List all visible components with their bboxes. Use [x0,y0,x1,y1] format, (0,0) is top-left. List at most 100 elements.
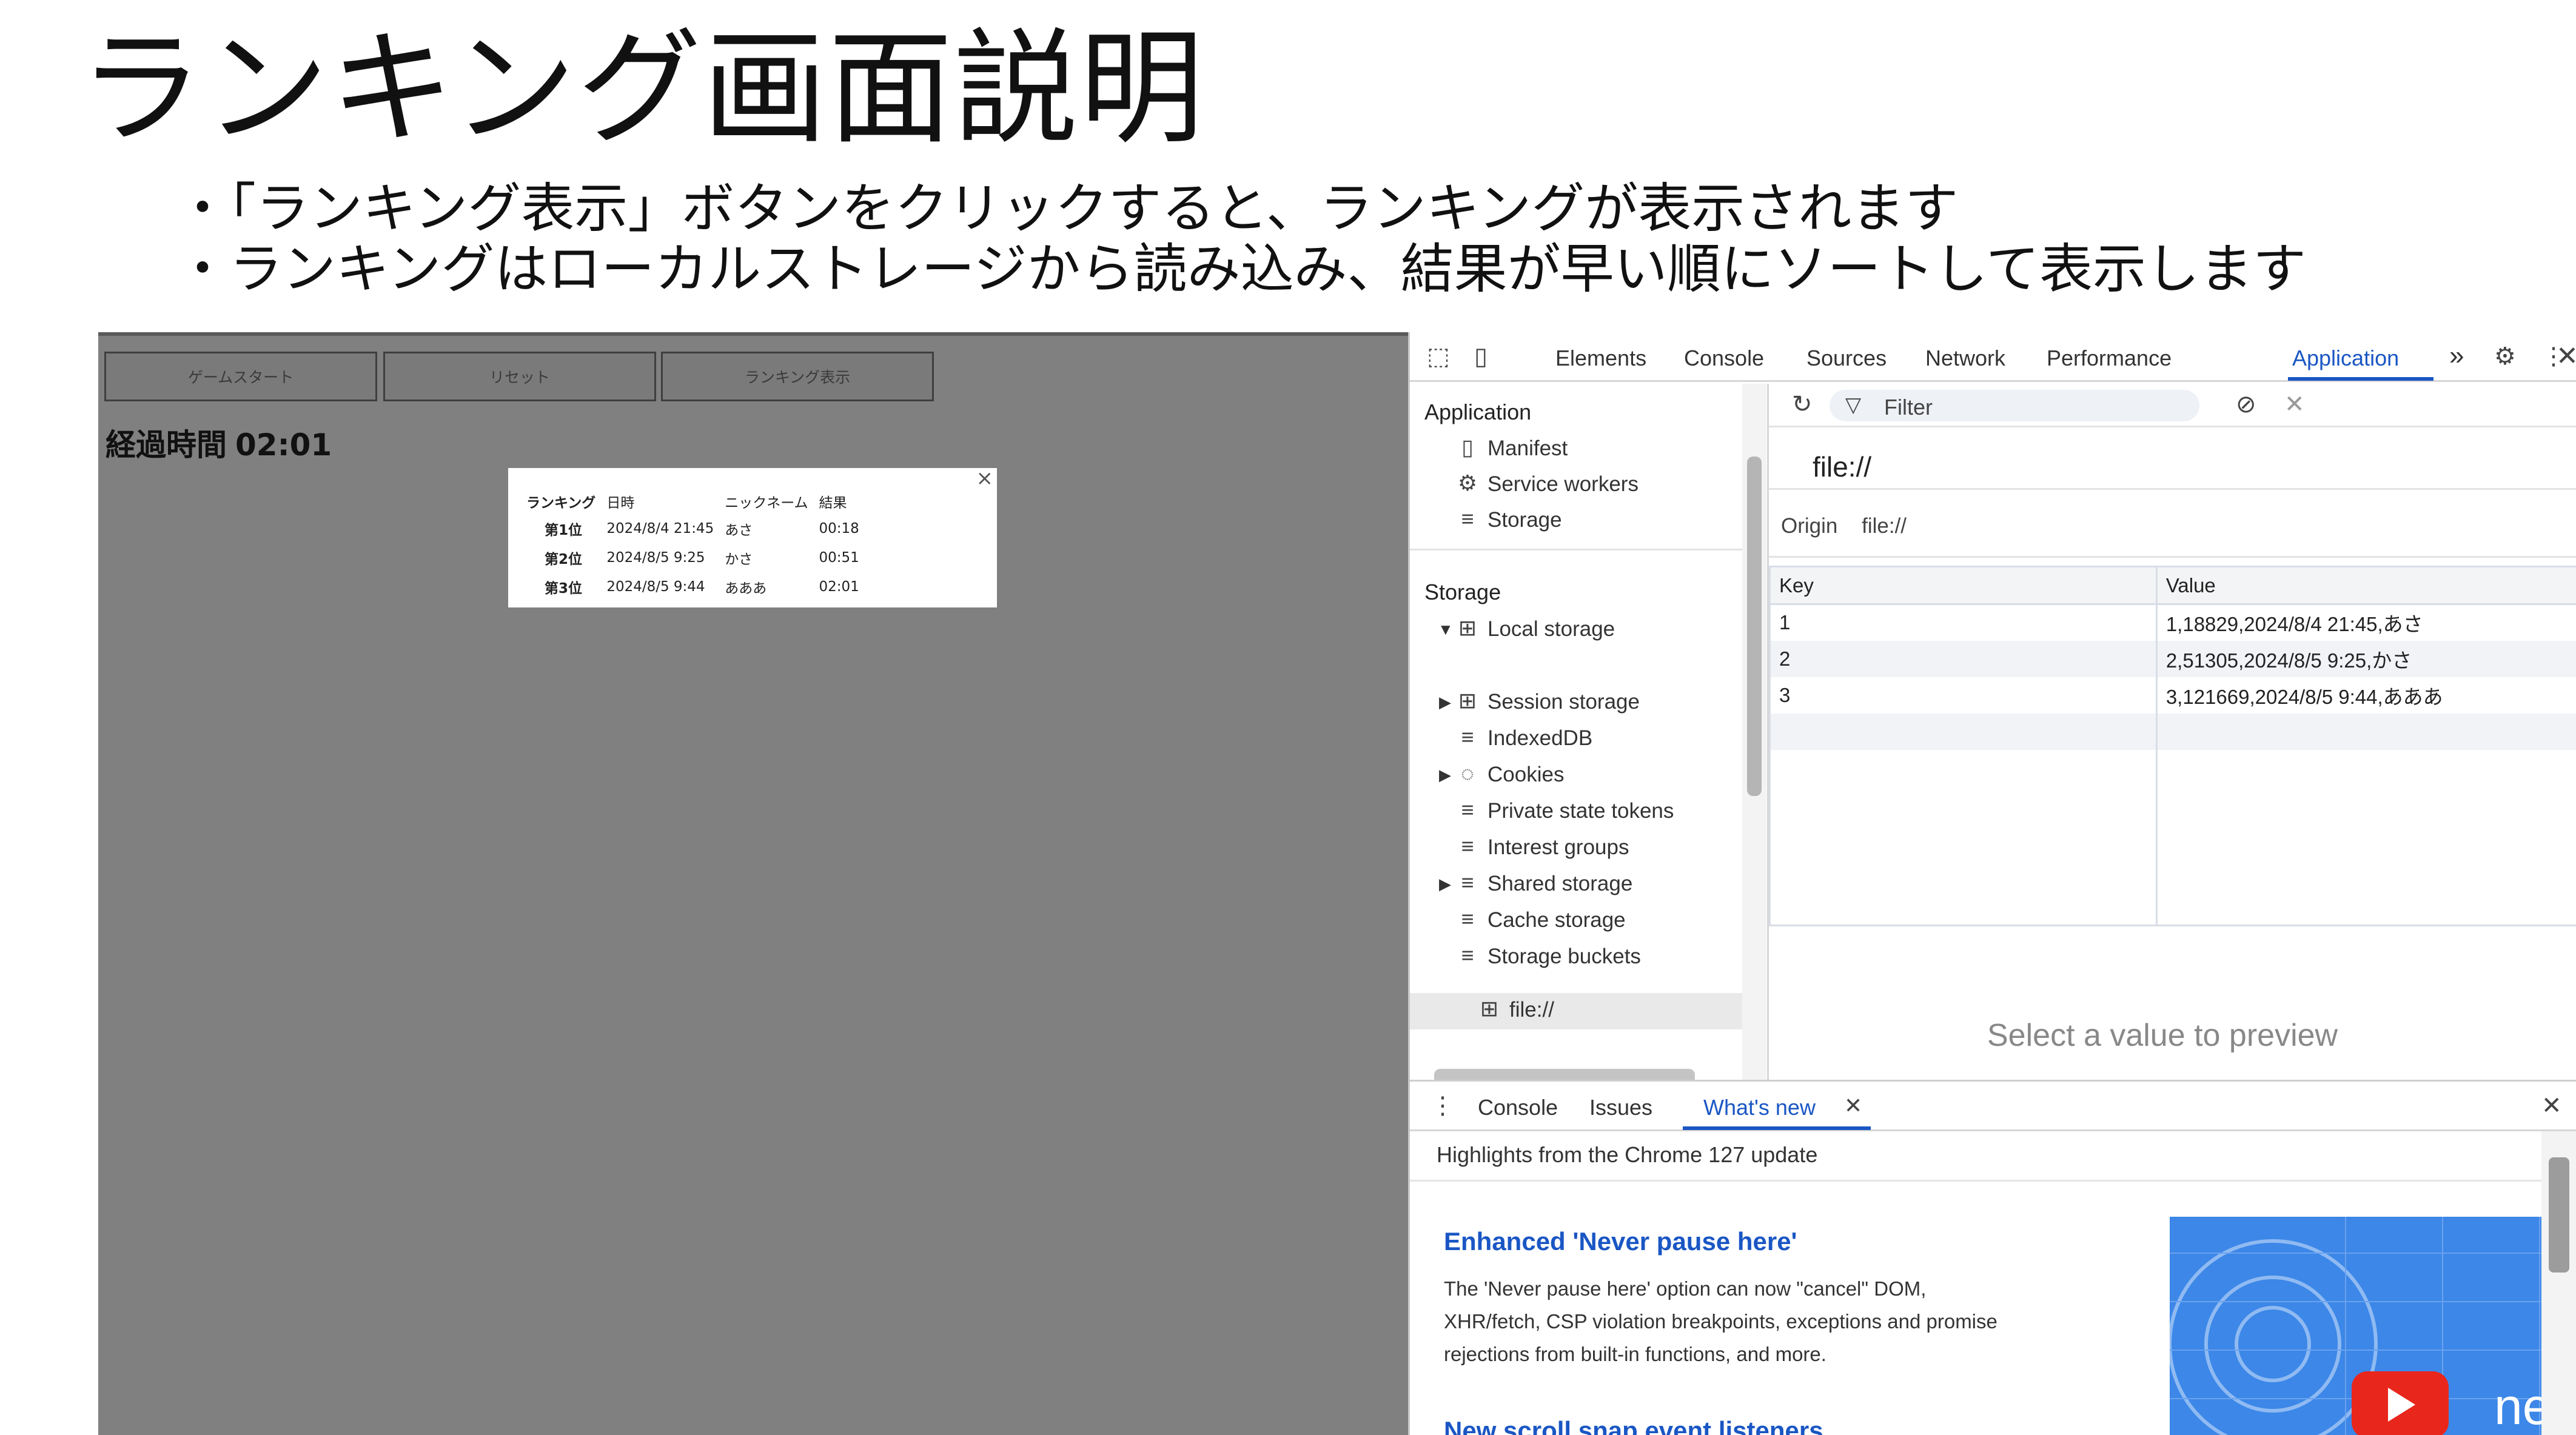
table-grid-icon: ⊞ [1480,996,1499,1021]
tab-network[interactable]: Network [1925,346,2005,371]
ranking-display-button[interactable]: ランキング表示 [661,352,934,401]
table-row[interactable]: 3 3,121669,2024/8/5 9:44,あああ [1769,677,2576,714]
value-cell[interactable]: 3,121669,2024/8/5 9:44,あああ [2155,677,2576,714]
ranking-result: 00:18 [819,521,859,537]
filter-placeholder: Filter [1884,395,1933,420]
divider [1410,1180,2541,1182]
drawer-tab-console[interactable]: Console [1478,1095,1558,1120]
filter-input[interactable]: ▽ Filter [1830,390,2199,421]
ranking-name: かさ [725,552,753,567]
sidebar-item-session-storage[interactable]: Session storage [1488,690,1640,714]
ranking-row: 第2位 2024/8/5 9:25 かさ 00:51 [526,543,870,572]
key-cell[interactable]: 1 [1769,604,2158,641]
delete-selected-icon[interactable]: ✕ [2284,392,2305,416]
sidebar-scrollbar-thumb[interactable] [1747,457,1762,796]
sidebar-item-interest-groups[interactable]: Interest groups [1488,835,1629,860]
sidebar-item-storage-buckets[interactable]: Storage buckets [1488,945,1641,969]
key-cell[interactable]: 3 [1769,677,2158,714]
key-cell[interactable]: 2 [1769,640,2158,677]
tab-elements[interactable]: Elements [1555,346,1646,371]
sidebar-item-private-state-tokens[interactable]: Private state tokens [1488,799,1674,823]
drawer-tabbar: ⋮ Console Issues What's new ✕ ✕ [1410,1082,2576,1131]
tab-performance[interactable]: Performance [2047,346,2172,371]
ranking-row: 第3位 2024/8/5 9:44 あああ 02:01 [526,572,870,601]
tab-console[interactable]: Console [1684,346,1764,371]
table-grid-icon: ⊞ [1458,688,1477,713]
filter-toolbar: ↻ ▽ Filter ⊘ ✕ [1769,384,2576,427]
application-section-header: Application [1424,400,1532,424]
local-storage-table: Key Value 1 1,18829,2024/8/4 21:45,あさ 2 … [1769,566,2576,926]
result-header: 結果 [819,495,847,511]
ranking-datetime: 2024/8/5 9:44 [606,579,705,595]
close-tab-icon[interactable]: ✕ [1844,1095,1862,1117]
ranking-place: 第3位 [545,581,583,597]
sidebar-item-cache-storage[interactable]: Cache storage [1488,908,1626,932]
close-icon[interactable]: × [976,468,994,489]
devtools-panel: ⬚ ▯ Elements Console Sources Network Per… [1408,332,2576,1435]
bullet-localstorage-sort: ・ランキングはローカルストレージから読み込み、結果が早い順にソートして表示します [176,238,2306,300]
table-row[interactable]: 1 1,18829,2024/8/4 21:45,あさ [1769,604,2576,641]
tab-sources[interactable]: Sources [1806,346,1887,371]
close-drawer-icon[interactable]: ✕ [2541,1094,2562,1118]
more-tabs-icon[interactable]: » [2449,341,2464,371]
game-start-button[interactable]: ゲームスタート [104,352,377,401]
ranking-popup: × ランキング 日時 ニックネーム 結果 第1位 2024/8/4 21:45 … [508,468,997,607]
drawer-tab-issues[interactable]: Issues [1589,1095,1652,1120]
preview-placeholder: Select a value to preview [1987,1018,2338,1053]
refresh-icon[interactable]: ↻ [1792,392,1813,416]
slide-title: ランキング画面説明 [79,17,1205,161]
database-icon: ≡ [1461,906,1474,931]
ranking-datetime: 2024/8/4 21:45 [606,521,714,537]
value-column-header[interactable]: Value [2155,566,2576,605]
sidebar-item-service-workers[interactable]: Service workers [1488,472,1639,497]
empty-table-row[interactable] [1769,713,2576,750]
storage-section-header: Storage [1424,580,1501,604]
sidebar-item-shared-storage[interactable]: Shared storage [1488,872,1632,896]
sidebar-item-manifest[interactable]: Manifest [1488,437,1568,461]
gear-icon[interactable]: ⚙ [2494,344,2516,369]
device-toolbar-icon[interactable]: ▯ [1474,344,1488,369]
news-item-title[interactable]: Enhanced 'Never pause here' [1444,1227,1797,1256]
gears-icon: ⚙ [1457,470,1478,495]
sidebar-item-indexeddb[interactable]: IndexedDB [1488,726,1592,751]
sidebar-item-cookies[interactable]: Cookies [1488,763,1564,787]
sidebar-item-local-storage[interactable]: Local storage [1488,617,1615,641]
ranking-place: 第2位 [545,552,583,567]
news-item-title[interactable]: New scroll snap event listeners [1444,1416,1823,1435]
file-icon: ▯ [1461,435,1474,460]
drawer-menu-icon[interactable]: ⋮ [1431,1094,1455,1118]
origin-value: file:// [1862,514,1907,538]
application-sidebar: Application ▯ Manifest ⚙ Service workers… [1410,384,1769,1080]
table-header-row: Key Value [1769,566,2576,605]
ranking-result: 02:01 [819,579,859,595]
video-thumbnail[interactable]: new [2170,1217,2576,1435]
selected-row-highlight [1410,993,1742,1029]
clear-all-icon[interactable]: ⊘ [2236,392,2256,416]
cookie-icon: ◌ [1461,761,1474,786]
close-icon[interactable]: ✕ [2556,343,2576,370]
value-cell[interactable]: 2,51305,2024/8/5 9:25,かさ [2155,640,2576,677]
devtools-tabbar: ⬚ ▯ Elements Console Sources Network Per… [1410,332,2576,382]
collapsed-arrow-icon[interactable]: ▶ [1439,766,1451,784]
tab-application[interactable]: Application [2292,346,2399,371]
collapsed-arrow-icon[interactable]: ▶ [1439,693,1451,712]
inspect-element-icon[interactable]: ⬚ [1427,344,1450,369]
devtools-drawer: ⋮ Console Issues What's new ✕ ✕ Highligh… [1410,1080,2576,1435]
expanded-arrow-icon[interactable]: ▼ [1438,620,1454,639]
storage-view: ↻ ▽ Filter ⊘ ✕ file:// Origin file:// Ke… [1769,384,2576,1080]
drawer-tab-whats-new[interactable]: What's new [1703,1095,1816,1120]
table-row[interactable]: 2 2,51305,2024/8/5 9:25,かさ [1769,640,2576,677]
reset-button[interactable]: リセット [383,352,656,401]
table-grid-icon: ⊞ [1458,615,1477,640]
browser-screenshot: ゲームスタート リセット ランキング表示 経過時間 02:01 × ランキング 日… [98,332,2576,1435]
sidebar-item-storage[interactable]: Storage [1488,508,1562,532]
ranking-name: あああ [725,581,767,597]
key-column-header[interactable]: Key [1769,566,2158,605]
value-cell[interactable]: 1,18829,2024/8/4 21:45,あさ [2155,604,2576,641]
sidebar-divider [1410,549,1749,550]
collapsed-arrow-icon[interactable]: ▶ [1439,875,1451,894]
drawer-scrollbar-thumb[interactable] [2549,1157,2569,1273]
sidebar-item-local-storage-file[interactable]: file:// [1509,998,1554,1022]
database-icon: ≡ [1461,797,1474,822]
sidebar-horizontal-scrollbar[interactable] [1434,1069,1695,1080]
